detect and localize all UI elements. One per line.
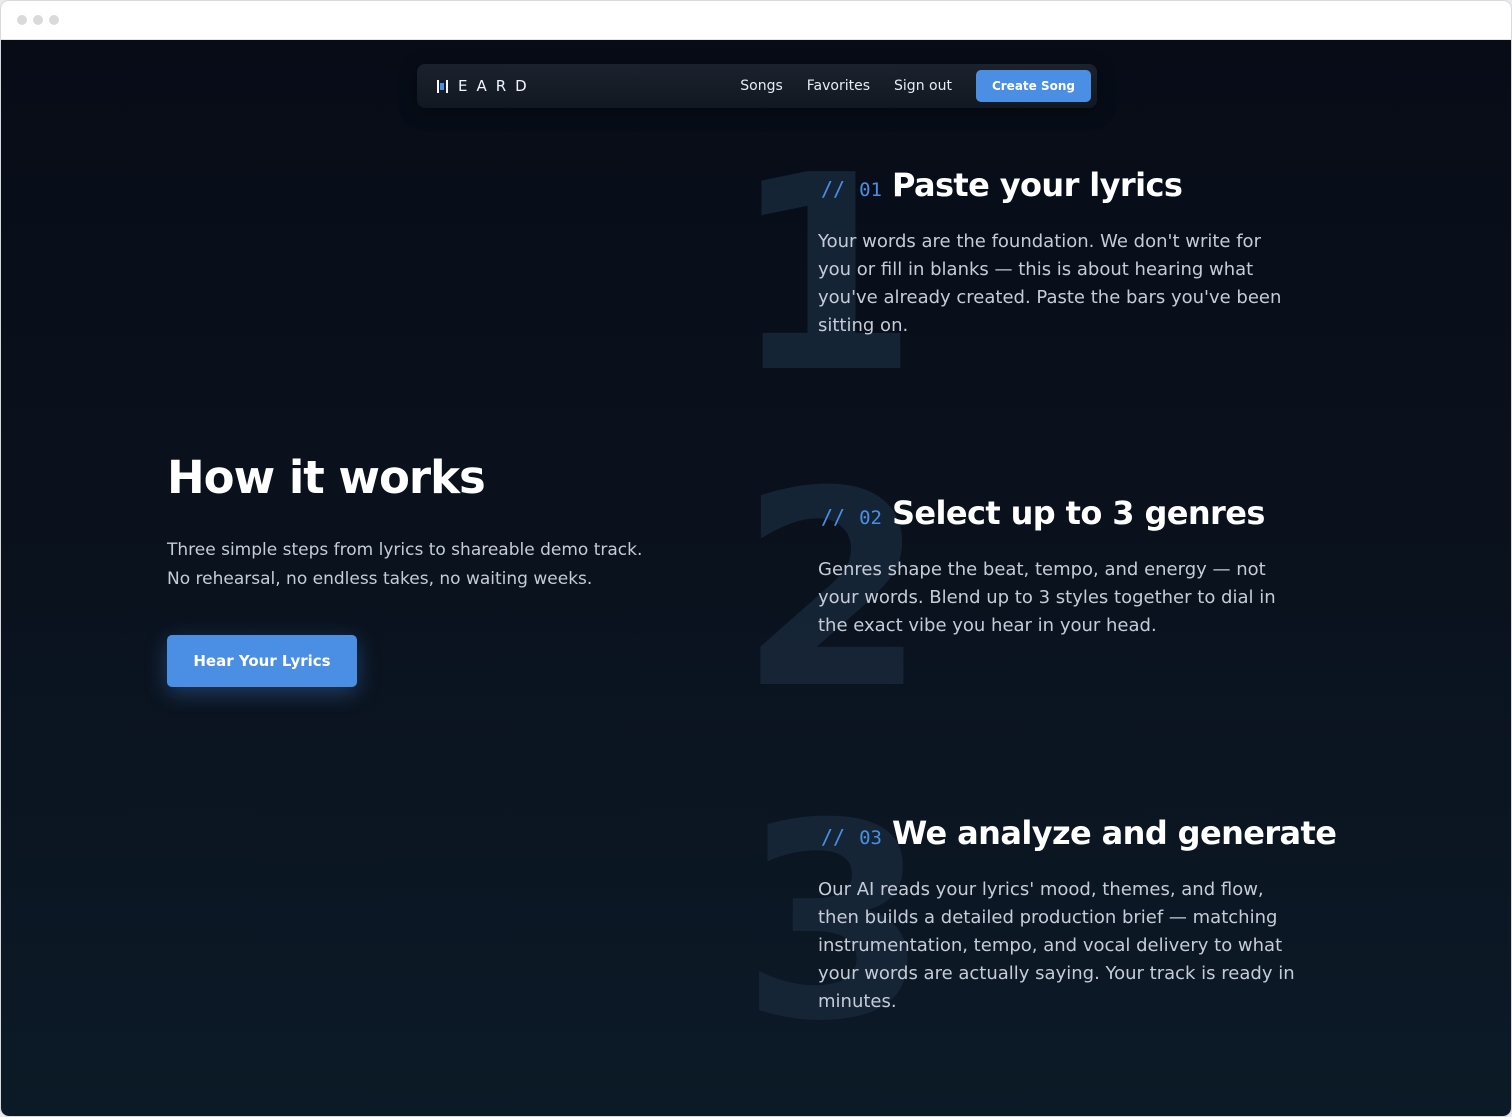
step-3-title: We analyze and generate bbox=[891, 814, 1337, 852]
how-it-works-intro: How it works Three simple steps from lyr… bbox=[167, 450, 687, 687]
nav-link-favorites[interactable]: Favorites bbox=[807, 78, 870, 94]
page-viewport: EARD Songs Favorites Sign out Create Son… bbox=[1, 40, 1511, 1116]
step-2-number: 02 bbox=[859, 507, 882, 529]
window-minimize-dot[interactable] bbox=[33, 15, 43, 25]
heard-logo[interactable]: EARD bbox=[436, 77, 536, 95]
step-1-heading: // 01 Paste your lyrics bbox=[821, 166, 1183, 204]
step-3-heading: // 03 We analyze and generate bbox=[821, 814, 1337, 852]
step-3-number: 03 bbox=[859, 827, 882, 849]
nav-link-songs[interactable]: Songs bbox=[740, 78, 783, 94]
window-maximize-dot[interactable] bbox=[49, 15, 59, 25]
nav-link-sign-out[interactable]: Sign out bbox=[894, 78, 952, 94]
logo-mark-icon bbox=[436, 79, 449, 93]
step-2-description: Genres shape the beat, tempo, and energy… bbox=[818, 559, 1276, 636]
step-1-slash: // bbox=[821, 177, 846, 201]
hear-your-lyrics-button[interactable]: Hear Your Lyrics bbox=[167, 635, 357, 687]
browser-window: EARD Songs Favorites Sign out Create Son… bbox=[1, 1, 1511, 1116]
step-2-heading: // 02 Select up to 3 genres bbox=[821, 494, 1265, 532]
step-1: 1 // 01 Paste your lyrics Your words are… bbox=[731, 140, 1337, 410]
nav-links: Songs Favorites Sign out Create Song bbox=[740, 70, 1091, 102]
section-description: Three simple steps from lyrics to sharea… bbox=[167, 540, 643, 589]
create-song-button[interactable]: Create Song bbox=[975, 70, 1091, 102]
window-controls bbox=[17, 15, 59, 25]
step-3: 3 // 03 We analyze and generate Our AI r… bbox=[737, 788, 1337, 1060]
logo-text: EARD bbox=[458, 77, 536, 95]
section-title: How it works bbox=[167, 451, 486, 504]
step-2: 2 // 02 Select up to 3 genres Genres sha… bbox=[737, 456, 1337, 726]
top-navbar: EARD Songs Favorites Sign out Create Son… bbox=[417, 64, 1097, 108]
step-1-title: Paste your lyrics bbox=[891, 166, 1183, 204]
window-close-dot[interactable] bbox=[17, 15, 27, 25]
step-3-slash: // bbox=[821, 825, 846, 849]
step-1-number: 01 bbox=[859, 179, 882, 201]
step-3-description: Our AI reads your lyrics' mood, themes, … bbox=[818, 879, 1295, 1012]
step-1-description: Your words are the foundation. We don't … bbox=[818, 231, 1282, 336]
step-2-slash: // bbox=[821, 505, 846, 529]
browser-titlebar bbox=[1, 1, 1511, 40]
step-2-title: Select up to 3 genres bbox=[891, 494, 1265, 532]
